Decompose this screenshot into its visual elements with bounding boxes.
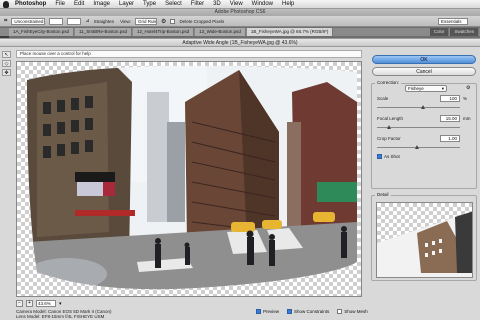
show-mesh-check[interactable] [337, 309, 343, 314]
preview-label: Preview [263, 309, 280, 314]
preview-checkbox[interactable]: Preview [256, 309, 279, 314]
panel-tab-swatches[interactable]: Swatches [450, 28, 479, 36]
cancel-button[interactable]: Cancel [372, 67, 476, 76]
zoom-out-button[interactable]: − [16, 300, 23, 307]
crop-factor-label: Crop Factor [377, 136, 401, 141]
as-shot-label: As Shot [384, 154, 400, 159]
correction-value: Fisheye [408, 86, 424, 91]
show-constraints-label: Show Constraints [294, 309, 330, 314]
scale-label: Scale [377, 96, 389, 101]
zoom-field[interactable]: 43.6% [36, 300, 56, 307]
help-text: Place mouse over a control for help [16, 50, 362, 58]
focal-length-field[interactable]: 15.00 [440, 115, 460, 122]
width-field[interactable] [49, 17, 64, 25]
menu-help[interactable]: Help [282, 1, 294, 7]
detail-preview [376, 202, 473, 278]
menu-file[interactable]: File [55, 1, 65, 7]
ok-button[interactable]: OK [372, 55, 476, 64]
doc-tab[interactable]: 1A_FishEyeCity-Boston.psd [9, 28, 75, 36]
focal-length-label: Focal Length [377, 116, 404, 121]
focal-length-unit: mm [463, 116, 471, 121]
scale-field[interactable]: 100 [440, 95, 460, 102]
detail-label: Detail [375, 192, 391, 197]
settings-gear-icon[interactable]: ⚙ [161, 18, 166, 25]
workspace-select[interactable]: Essentials [438, 17, 468, 25]
correction-label: Correction: [375, 80, 402, 85]
menu-filter[interactable]: Filter [191, 1, 204, 7]
camera-info: Camera Model: Canon EOS 5D Mark II (Cano… [16, 309, 112, 319]
crop-factor-slider[interactable] [377, 145, 460, 149]
panel-menu-icon[interactable]: ⚙ [466, 85, 470, 91]
as-shot-checkbox[interactable]: As Shot [377, 154, 400, 159]
preview-canvas[interactable] [16, 61, 362, 297]
photo-preview [27, 66, 357, 290]
menu-edit[interactable]: Edit [74, 1, 84, 7]
zoom-dropdown-icon[interactable]: ▾ [59, 301, 62, 307]
view-options: Preview Show Constraints Show Mesh [256, 309, 368, 314]
crop-factor-field[interactable]: 1.00 [440, 135, 460, 142]
straighten-label: Straighten [93, 18, 115, 24]
options-bar: ⌗ Unconstrained ⊿ Straighten View: Grid … [0, 16, 480, 27]
zoom-bar: − + 43.6% ▾ [16, 299, 362, 308]
menu-window[interactable]: Window [252, 1, 273, 7]
menu-3d[interactable]: 3D [213, 1, 221, 7]
show-constraints-check[interactable] [287, 309, 293, 314]
menu-photoshop[interactable]: Photoshop [15, 1, 46, 7]
show-mesh-checkbox[interactable]: Show Mesh [337, 309, 368, 314]
scale-slider[interactable] [377, 105, 460, 109]
menu-view[interactable]: View [230, 1, 243, 7]
show-mesh-label: Show Mesh [344, 309, 368, 314]
correction-select[interactable]: Fisheye ▾ [405, 85, 447, 92]
menu-image[interactable]: Image [93, 1, 110, 7]
adaptive-wide-angle-dialog: Adaptive Wide Angle (1B_FisheyeWA.jpg @ … [0, 38, 480, 320]
doc-tab-active[interactable]: 1B_FisheyeWA.jpg @ 66.7% (RGB/8*) [246, 28, 334, 36]
crop-ratio-select[interactable]: Unconstrained [11, 17, 46, 25]
delete-cropped-label: Delete Cropped Pixels [179, 18, 225, 24]
crop-tool-icon[interactable]: ⌗ [4, 18, 7, 25]
constraint-tool-icon[interactable]: ↖ [2, 51, 11, 58]
delete-cropped-checkbox[interactable] [170, 18, 176, 24]
doc-tab[interactable]: 11_SmBIRe-Boston.psd [75, 28, 132, 36]
menu-type[interactable]: Type [143, 1, 156, 7]
dialog-title: Adaptive Wide Angle (1B_FisheyeWA.jpg @ … [0, 39, 480, 47]
detail-image [377, 211, 472, 277]
focal-length-slider-knob[interactable] [387, 125, 391, 129]
doc-tab[interactable]: 12_Hotel4Trip-Boston.psd [132, 28, 195, 36]
move-tool-icon[interactable]: ✥ [2, 69, 11, 76]
dialog-tools: ↖ ◇ ✥ [2, 51, 12, 77]
crop-factor-slider-knob[interactable] [415, 145, 419, 149]
detail-group: Detail [371, 192, 477, 281]
menu-layer[interactable]: Layer [119, 1, 134, 7]
scale-unit: % [463, 96, 468, 101]
zoom-in-button[interactable]: + [26, 300, 33, 307]
lens-model-text: Lens Model: EF8-15mm f/4L FISHEYE USM [16, 314, 105, 319]
straighten-icon[interactable]: ⊿ [85, 18, 89, 24]
height-field[interactable] [67, 17, 82, 25]
preview-check[interactable] [256, 309, 261, 314]
menubar: Photoshop File Edit Image Layer Type Sel… [0, 0, 480, 9]
doc-tab[interactable]: 13_Wide-Boston.psd [195, 28, 246, 36]
as-shot-check[interactable] [377, 154, 382, 159]
panel-tab-color[interactable]: Color [429, 28, 450, 36]
menu-select[interactable]: Select [165, 1, 182, 7]
focal-length-slider[interactable] [377, 125, 460, 129]
apple-menu-icon[interactable] [3, 0, 9, 8]
document-tabs: 1A_FishEyeCity-Boston.psd 11_SmBIRe-Bost… [0, 28, 480, 36]
app-title: Adobe Photoshop CS6 [0, 9, 480, 16]
view-overlay-select[interactable]: Grid Rule [135, 17, 158, 25]
chevron-down-icon: ▾ [441, 86, 444, 91]
show-constraints-checkbox[interactable]: Show Constraints [287, 309, 329, 314]
polygon-constraint-tool-icon[interactable]: ◇ [2, 60, 11, 67]
correction-group: Correction: Fisheye ▾ ⚙ Scale 100 % Foca… [371, 80, 477, 189]
scale-slider-knob[interactable] [421, 105, 425, 109]
